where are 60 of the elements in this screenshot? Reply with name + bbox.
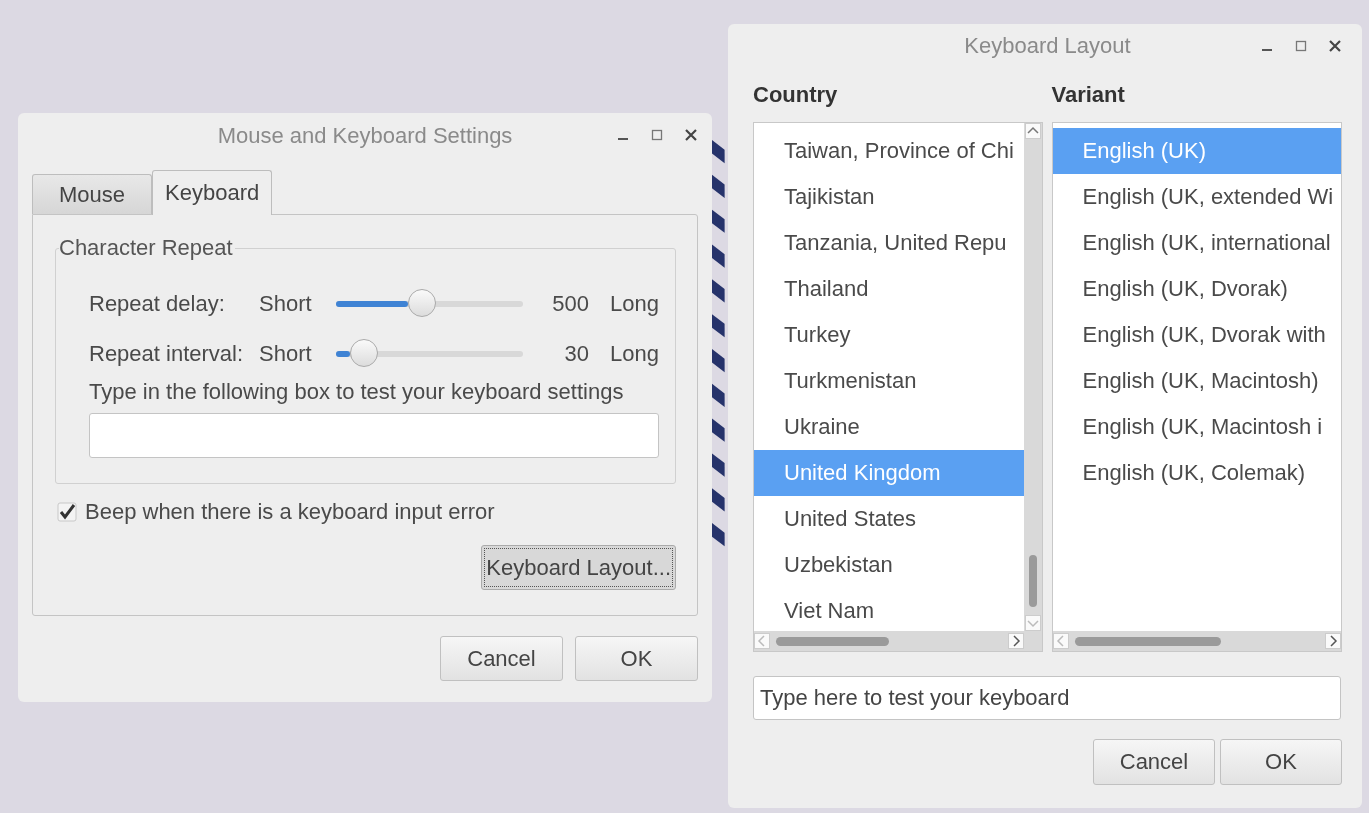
list-item[interactable]: Tajikistan [754,174,1024,220]
list-item[interactable]: Viet Nam [754,588,1024,631]
checkbox[interactable] [57,502,77,522]
slider-fill [336,301,408,307]
slider-value: 500 [551,291,589,317]
list-item[interactable]: English (UK, extended Wi [1052,174,1341,220]
window-title: Keyboard Layout [964,33,1131,59]
list-item[interactable]: Turkey [754,312,1024,358]
scroll-right-icon[interactable] [1007,633,1024,649]
list-item[interactable]: English (UK, Dvorak with [1052,312,1341,358]
tab[interactable]: Mouse [32,174,153,214]
test-input-field[interactable] [89,413,659,458]
column-heading: Variant [1051,82,1126,109]
tab[interactable]: Keyboard [152,170,273,215]
close-icon[interactable] [684,128,698,142]
maximize-icon[interactable] [1294,39,1308,53]
dialog-button[interactable]: OK [1220,739,1342,785]
list-item[interactable]: English (UK, Macintosh) [1052,358,1341,404]
slider-thumb[interactable] [408,289,436,317]
slider-value: 30 [563,341,589,367]
slider-label: Repeat delay: [89,291,226,317]
list-item[interactable]: Turkmenistan [754,358,1024,404]
list-item[interactable]: English (UK, international [1052,220,1341,266]
test-input-field[interactable]: Type here to test your keyboard [753,676,1341,720]
dialog-button[interactable]: Cancel [1093,739,1215,785]
list-item[interactable]: Uzbekistan [754,542,1024,588]
list-item[interactable]: Tanzania, United Repu [754,220,1024,266]
dialog-button[interactable]: Cancel [440,636,563,681]
slider-min-label: Short [259,291,313,317]
scroll-right-icon[interactable] [1325,633,1341,649]
window-title: Mouse and Keyboard Settings [217,123,513,149]
scrollbar-thumb[interactable] [1074,636,1222,646]
slider-min-label: Short [259,341,313,367]
slider-thumb[interactable] [350,339,379,367]
scroll-left-icon[interactable] [754,633,770,649]
column-heading: Country [753,82,839,109]
slider-max-label: Long [609,341,659,367]
list-item[interactable]: English (UK, Dvorak) [1052,266,1341,312]
horizontal-scrollbar[interactable] [1052,631,1341,651]
slider-fill [336,351,351,357]
checkbox-label: Beep when there is a keyboard input error [85,499,495,525]
test-label: Type in the following box to test your keyboard settings [89,379,625,405]
list-item[interactable]: Ukraine [754,404,1024,450]
horizontal-scrollbar[interactable] [754,631,1042,651]
keyboard-layout-button[interactable]: Keyboard Layout... [481,545,676,590]
slider-label: Repeat interval: [89,341,245,367]
list-item[interactable]: English (UK, Macintosh i [1052,404,1341,450]
dialog-button[interactable]: OK [575,636,698,681]
list-item[interactable]: English (UK, Colemak) [1052,450,1341,496]
list-item[interactable]: Taiwan, Province of Chi [754,128,1024,174]
close-icon[interactable] [1328,39,1342,53]
scrollbar-thumb[interactable] [1028,555,1037,607]
vertical-scrollbar[interactable] [1023,123,1042,631]
maximize-icon[interactable] [650,128,664,142]
list-item[interactable]: United States [754,496,1024,542]
slider-max-label: Long [609,291,659,317]
scroll-up-icon[interactable] [1024,123,1041,139]
list-item[interactable]: Thailand [754,266,1024,312]
scrollbar-thumb[interactable] [776,636,889,646]
scroll-left-icon[interactable] [1052,633,1069,649]
